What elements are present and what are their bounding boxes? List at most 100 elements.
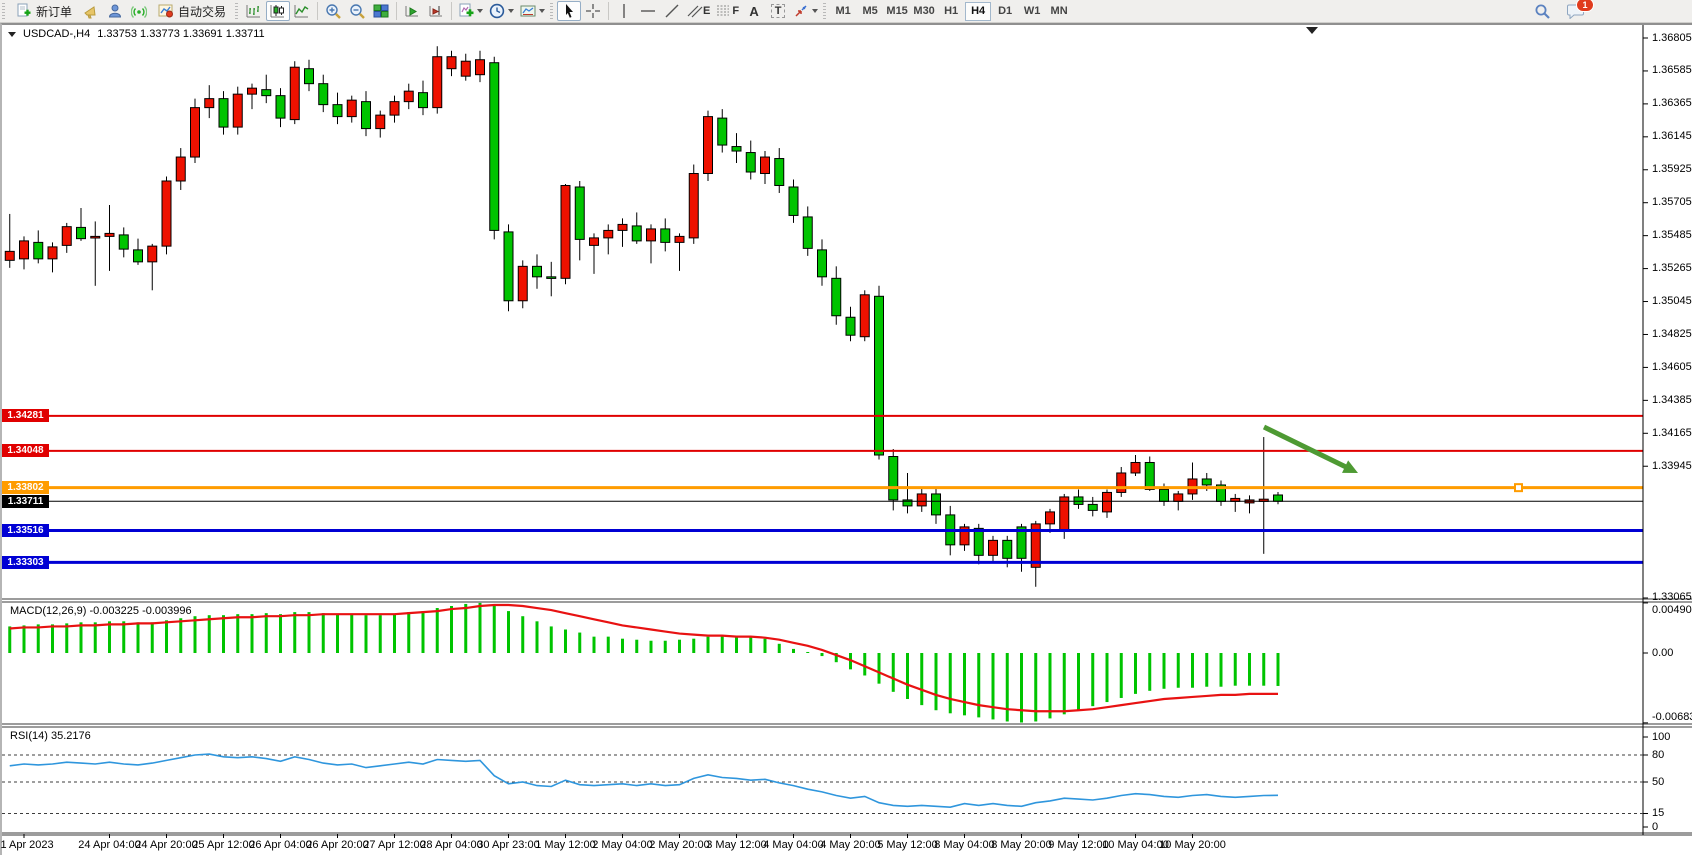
line-drag-handle[interactable] xyxy=(1515,484,1522,491)
candle-body xyxy=(533,266,542,276)
timeframe-M1[interactable]: M1 xyxy=(830,2,856,21)
toolbar: 新订单 自动交易 xyxy=(0,0,1692,23)
macd-histogram-bar xyxy=(108,621,111,653)
candle-body xyxy=(48,247,57,259)
cursor-tool-button[interactable] xyxy=(557,1,581,21)
auto-trading-button[interactable]: 自动交易 xyxy=(151,1,233,21)
price-tick-label: 1.34385 xyxy=(1652,394,1692,407)
rsi-indicator-label: RSI(14) 35.2176 xyxy=(10,730,91,742)
chart-canvas[interactable] xyxy=(2,24,1692,855)
macd-histogram-bar xyxy=(678,640,681,653)
candle-body xyxy=(518,266,527,300)
candle-body xyxy=(1074,497,1083,504)
fibonacci-tool-button[interactable]: F xyxy=(713,1,742,21)
time-tick-label: 3 May 12:00 xyxy=(706,839,767,851)
candle-body xyxy=(1117,473,1126,492)
macd-histogram-bar xyxy=(293,612,296,653)
macd-histogram-bar xyxy=(208,615,211,653)
candle-body xyxy=(590,238,599,245)
candle-body xyxy=(875,296,884,455)
candle-body xyxy=(1274,495,1283,501)
candle-body xyxy=(746,153,755,172)
vertical-line-tool-button[interactable] xyxy=(612,1,636,21)
vertical-line-icon xyxy=(616,3,632,19)
toolbar-grip[interactable] xyxy=(550,3,553,19)
line-chart-icon xyxy=(294,3,310,19)
macd-histogram-bar xyxy=(1006,653,1009,721)
macd-histogram-bar xyxy=(935,653,938,710)
candle-body xyxy=(1003,540,1012,558)
auto-scroll-button[interactable] xyxy=(400,1,424,21)
macd-histogram-bar xyxy=(707,637,710,653)
templates-button[interactable] xyxy=(517,1,548,21)
channel-tool-button[interactable]: E xyxy=(684,1,713,21)
chart-menu-arrow-icon[interactable] xyxy=(8,32,16,37)
macd-histogram-bar xyxy=(80,622,83,653)
macd-histogram-bar xyxy=(764,639,767,653)
macd-histogram-bar xyxy=(635,640,638,653)
candlestick-chart-button[interactable] xyxy=(266,1,290,21)
label-tool-button[interactable]: T xyxy=(766,1,790,21)
indicators-button[interactable] xyxy=(455,1,486,21)
candle-body xyxy=(1088,504,1097,510)
periods-button[interactable] xyxy=(486,1,517,21)
time-tick-label: 4 May 20:00 xyxy=(820,839,881,851)
timeframe-H1[interactable]: H1 xyxy=(938,2,964,21)
market-button[interactable] xyxy=(103,1,127,21)
price-tick-label: 1.35265 xyxy=(1652,262,1692,275)
price-level-badge: 1.33516 xyxy=(2,524,49,537)
timeframe-MN[interactable]: MN xyxy=(1046,2,1072,21)
profile-chart-icon xyxy=(107,3,123,19)
toolbar-grip[interactable] xyxy=(2,3,5,19)
macd-histogram-bar xyxy=(1134,653,1137,694)
price-tick-label: 1.34605 xyxy=(1652,361,1692,374)
timeframe-D1[interactable]: D1 xyxy=(992,2,1018,21)
zoom-in-button[interactable] xyxy=(321,1,345,21)
trendline-tool-button[interactable] xyxy=(660,1,684,21)
templates-icon xyxy=(520,3,536,19)
bar-chart-button[interactable] xyxy=(242,1,266,21)
chat-button[interactable]: 1 xyxy=(1564,1,1588,21)
macd-histogram-bar xyxy=(578,633,581,653)
timeframe-H4[interactable]: H4 xyxy=(965,2,991,21)
trend-arrow-annotation[interactable] xyxy=(1264,427,1348,468)
candle-body xyxy=(276,96,285,118)
candle-body xyxy=(162,181,171,246)
macd-histogram-bar xyxy=(308,612,311,653)
toolbar-grip[interactable] xyxy=(235,3,238,19)
chart-shift-button[interactable] xyxy=(424,1,448,21)
macd-axis-label: 0.004901 xyxy=(1652,604,1692,617)
macd-histogram-bar xyxy=(37,624,40,653)
candle-body xyxy=(632,226,641,241)
candle-body xyxy=(376,115,385,128)
chart-shift-marker-icon[interactable] xyxy=(1306,27,1318,34)
horizontal-line-icon xyxy=(640,3,656,19)
timeframe-M5[interactable]: M5 xyxy=(857,2,883,21)
text-tool-button[interactable]: A xyxy=(742,1,766,21)
macd-histogram-bar xyxy=(279,614,282,653)
macd-histogram-bar xyxy=(1077,653,1080,710)
macd-histogram-bar xyxy=(179,618,182,653)
new-order-button[interactable]: 新订单 xyxy=(9,1,79,21)
macd-histogram-bar xyxy=(1120,653,1123,698)
arrows-tool-icon xyxy=(793,3,809,19)
news-button[interactable] xyxy=(79,1,103,21)
zoom-out-button[interactable] xyxy=(345,1,369,21)
macd-histogram-bar xyxy=(536,621,539,653)
horizontal-line-tool-button[interactable] xyxy=(636,1,660,21)
crosshair-tool-button[interactable] xyxy=(581,1,605,21)
candle-body xyxy=(561,185,570,278)
timeframe-W1[interactable]: W1 xyxy=(1019,2,1045,21)
macd-histogram-bar xyxy=(1063,653,1066,714)
tile-windows-button[interactable] xyxy=(369,1,393,21)
search-icon xyxy=(1534,3,1551,20)
time-tick-label: 24 Apr 20:00 xyxy=(135,839,197,851)
line-chart-button[interactable] xyxy=(290,1,314,21)
macd-axis-label: 0.00 xyxy=(1652,647,1673,660)
toolbar-grip[interactable] xyxy=(823,3,826,19)
signals-button[interactable] xyxy=(127,1,151,21)
arrows-tool-button[interactable] xyxy=(790,1,821,21)
timeframe-M30[interactable]: M30 xyxy=(911,2,937,21)
search-button[interactable] xyxy=(1530,1,1554,21)
timeframe-M15[interactable]: M15 xyxy=(884,2,910,21)
